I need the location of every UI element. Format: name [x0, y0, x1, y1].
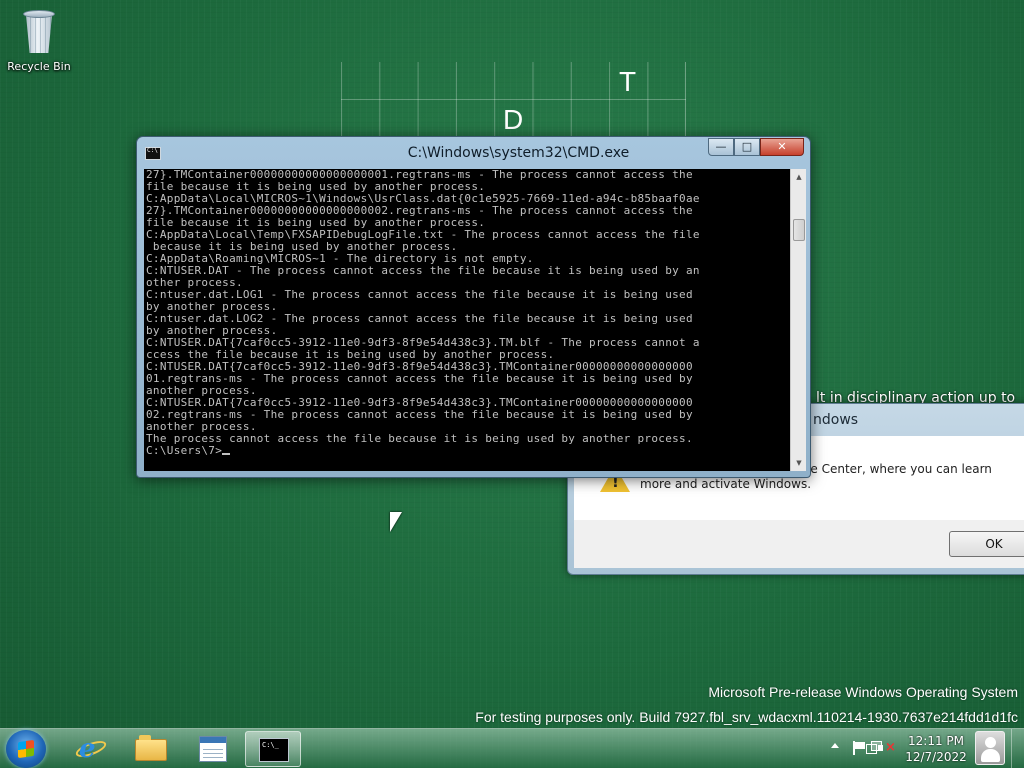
show-desktop-button[interactable]	[1011, 729, 1024, 768]
text-cursor	[222, 453, 231, 455]
console-output[interactable]: 27}.TMContainer00000000000000000001.regt…	[144, 169, 790, 471]
user-avatar-icon[interactable]	[975, 731, 1005, 765]
clock-date: 12/7/2022	[905, 750, 967, 764]
taskbar-item-file-explorer[interactable]	[122, 731, 178, 767]
vertical-scrollbar[interactable]: ▲ ▼	[790, 169, 806, 471]
desktop-icon-label: Recycle Bin	[7, 60, 71, 73]
clock-time: 12:11 PM	[908, 734, 964, 748]
wallpaper-letter: T	[619, 66, 637, 97]
build-watermark-info: For testing purposes only. Build 7927.fb…	[475, 709, 1018, 725]
taskbar-item-internet-explorer[interactable]: e	[62, 731, 118, 767]
maximize-button[interactable]: □	[734, 138, 760, 156]
window-icon	[199, 736, 227, 762]
cmd-window[interactable]: C:\Windows\system32\CMD.exe — □ ✕ 27}.TM…	[136, 136, 811, 478]
scroll-up-icon[interactable]: ▲	[792, 169, 806, 185]
internet-explorer-icon: e	[79, 734, 96, 764]
ok-button[interactable]: OK	[949, 531, 1024, 557]
desktop-icon-recycle-bin[interactable]: Recycle Bin	[6, 6, 72, 73]
windows-logo-icon	[18, 739, 34, 759]
taskbar-item-command-prompt[interactable]	[245, 731, 301, 767]
show-hidden-icons-icon[interactable]	[831, 743, 839, 748]
build-watermark-title: Microsoft Pre-release Windows Operating …	[708, 684, 1018, 700]
prompt-text: C:\Users\7>	[146, 444, 223, 457]
minimize-button[interactable]: —	[708, 138, 734, 156]
close-button[interactable]: ✕	[760, 138, 804, 156]
mouse-pointer-icon	[390, 512, 402, 532]
system-clock[interactable]: 12:11 PM 12/7/2022	[902, 733, 970, 765]
wallpaper-letter: D	[503, 104, 524, 135]
command-prompt-line: C:\Users\7>	[146, 445, 790, 457]
scroll-thumb[interactable]	[793, 219, 805, 241]
recycle-bin-icon	[20, 6, 58, 56]
taskbar: e 12:11 PM 12/7/2022	[0, 728, 1024, 768]
scroll-down-icon[interactable]: ▼	[792, 455, 806, 471]
volume-muted-icon[interactable]	[878, 740, 896, 755]
cmd-titlebar[interactable]: C:\Windows\system32\CMD.exe — □ ✕	[137, 137, 810, 167]
dialog-footer: OK	[574, 520, 1024, 568]
dialog-title: ndows	[813, 412, 859, 428]
taskbar-item-windows-program[interactable]	[184, 731, 240, 767]
folder-icon	[135, 735, 167, 761]
cmd-icon	[259, 738, 289, 762]
console-line: The process cannot access the file becau…	[146, 432, 693, 445]
start-button[interactable]	[6, 730, 46, 768]
